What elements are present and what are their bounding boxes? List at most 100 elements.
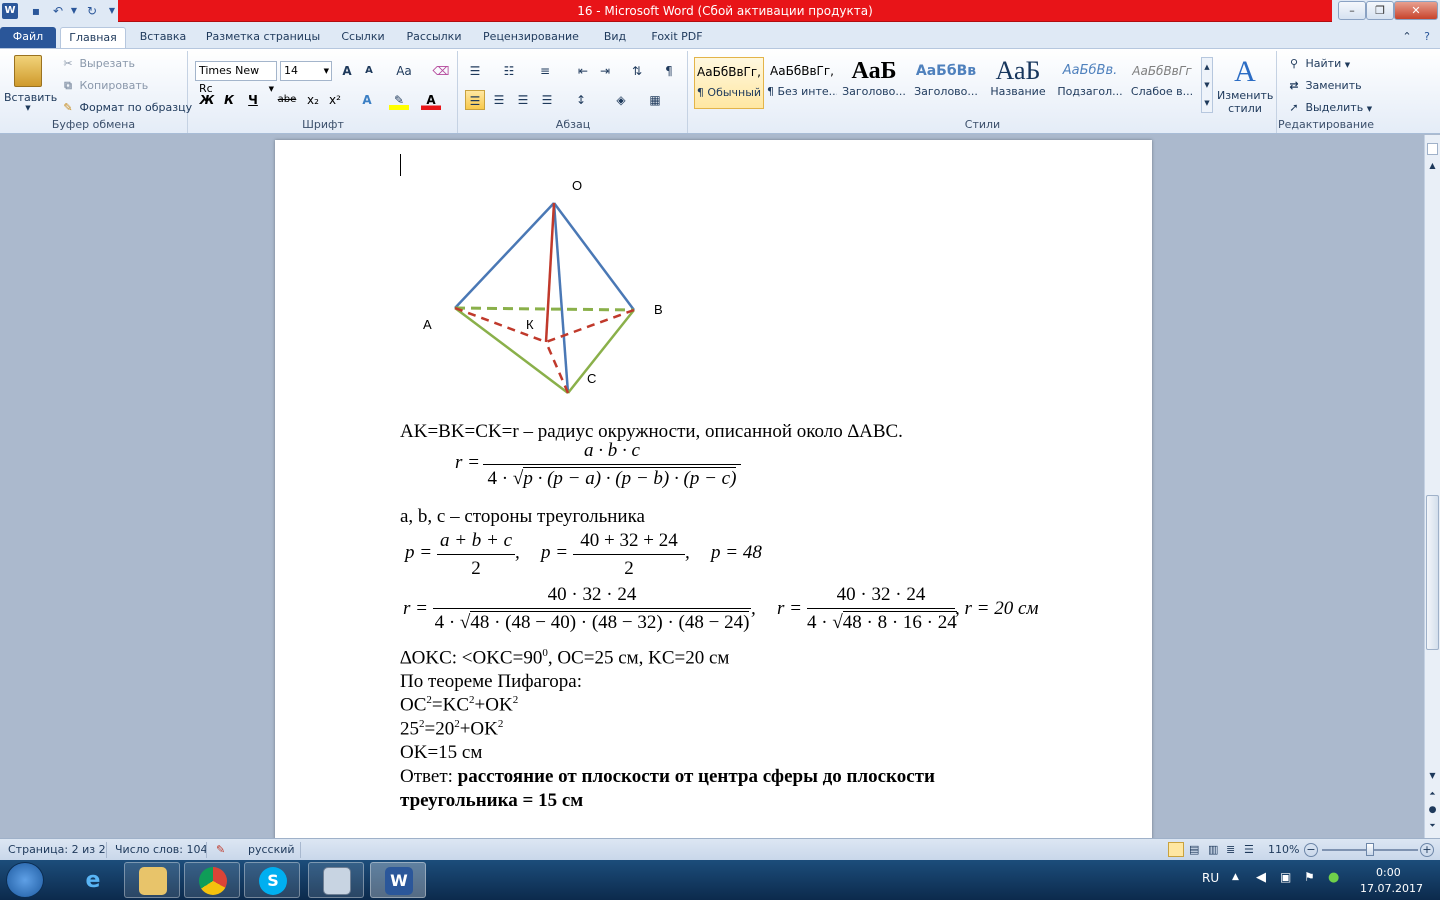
underline-button[interactable]: Ч xyxy=(243,90,263,110)
scroll-up-icon[interactable]: ▲ xyxy=(1425,161,1440,170)
tray-expand-icon[interactable]: ▲ xyxy=(1232,872,1239,882)
text-effects-icon[interactable]: A xyxy=(357,90,377,110)
browse-object-icon[interactable]: ● xyxy=(1425,805,1440,815)
zoom-out-icon[interactable]: − xyxy=(1304,843,1318,857)
document-page[interactable]: O A B C К AK=BK=CK=r – радиус окружности… xyxy=(275,140,1152,838)
tab-file[interactable]: Файл xyxy=(0,27,56,48)
align-left-icon[interactable]: ☰ xyxy=(465,90,485,110)
ruler-toggle-icon[interactable] xyxy=(1427,143,1438,155)
grow-font-button[interactable]: A xyxy=(337,61,357,81)
tab-foxit-pdf[interactable]: Foxit PDF xyxy=(644,27,710,48)
taskbar-chrome[interactable] xyxy=(184,862,240,898)
shading-icon[interactable]: ◈ xyxy=(611,90,631,110)
clock-date[interactable]: 17.07.2017 xyxy=(1360,882,1423,895)
copy-button[interactable]: ⧉ Копировать xyxy=(60,79,148,93)
tab-references[interactable]: Ссылки xyxy=(334,27,392,48)
tab-review[interactable]: Рецензирование xyxy=(476,27,586,48)
align-center-icon[interactable]: ☰ xyxy=(489,90,509,110)
style-subtle-emphasis[interactable]: АаБбВвГг Слабое в... xyxy=(1127,57,1197,109)
word-count[interactable]: Число слов: 104 xyxy=(115,843,208,856)
font-size-combo[interactable]: 14 ▼ xyxy=(280,61,332,81)
change-styles-button[interactable]: A Изменить стили xyxy=(1217,55,1273,115)
clock-time[interactable]: 0:00 xyxy=(1376,866,1401,879)
taskbar-skype[interactable]: S xyxy=(244,862,300,898)
sort-icon[interactable]: ⇅ xyxy=(627,61,647,81)
action-center-icon[interactable]: ⚑ xyxy=(1304,870,1315,884)
ribbon-minimize-icon[interactable]: ⌃ xyxy=(1398,27,1416,48)
print-layout-view-icon[interactable] xyxy=(1168,842,1184,857)
tab-page-layout[interactable]: Разметка страницы xyxy=(200,27,326,48)
highlight-icon[interactable]: ✎ xyxy=(389,90,409,110)
draft-view-icon[interactable]: ☰ xyxy=(1244,843,1254,856)
tab-mailings[interactable]: Рассылки xyxy=(400,27,468,48)
borders-icon[interactable]: ▦ xyxy=(645,90,665,110)
taskbar-internet-explorer[interactable]: e xyxy=(64,862,120,898)
save-icon[interactable]: ▪ xyxy=(28,3,44,19)
style-normal[interactable]: АаБбВвГг, ¶ Обычный xyxy=(694,57,764,109)
style-heading-1[interactable]: АаБ Заголово... xyxy=(839,57,909,109)
multilevel-list-icon[interactable]: ≡ xyxy=(535,61,555,81)
scroll-thumb[interactable] xyxy=(1426,495,1439,650)
bold-button[interactable]: Ж xyxy=(197,90,217,110)
change-case-button[interactable]: Aa xyxy=(391,61,417,81)
language-indicator[interactable]: русский xyxy=(248,843,295,856)
bullets-icon[interactable]: ☰ xyxy=(465,61,485,81)
zoom-slider-thumb[interactable] xyxy=(1366,843,1374,856)
subscript-button[interactable]: x₂ xyxy=(303,90,323,110)
style-subtitle[interactable]: АаБбВв. Подзагол... xyxy=(1055,57,1125,109)
taskbar-word[interactable]: W xyxy=(370,862,426,898)
undo-icon[interactable]: ↶ xyxy=(50,3,66,19)
shrink-font-button[interactable]: A xyxy=(359,61,379,81)
next-page-icon[interactable]: ⏷ xyxy=(1425,821,1440,831)
style-heading-2[interactable]: АаБбВв Заголово... xyxy=(911,57,981,109)
word-app-icon[interactable]: W xyxy=(2,3,18,19)
prev-page-icon[interactable]: ⏶ xyxy=(1425,789,1440,799)
minimize-button[interactable]: – xyxy=(1338,1,1366,20)
cut-button[interactable]: ✂ Вырезать xyxy=(60,57,135,70)
proofing-icon[interactable]: ✎ xyxy=(216,843,225,856)
increase-indent-icon[interactable]: ⇥ xyxy=(595,61,615,81)
zoom-level[interactable]: 110% xyxy=(1268,843,1299,856)
taskbar-file-explorer[interactable] xyxy=(124,862,180,898)
paste-button[interactable]: Вставить ▼ xyxy=(4,53,57,115)
full-screen-view-icon[interactable]: ▤ xyxy=(1189,843,1199,856)
help-icon[interactable]: ? xyxy=(1418,27,1436,48)
scroll-down-icon[interactable]: ▼ xyxy=(1425,771,1440,780)
taskbar-calculator[interactable] xyxy=(308,862,364,898)
format-painter-button[interactable]: ✎ Формат по образцу xyxy=(60,101,192,114)
find-button[interactable]: ⚲ Найти ▼ xyxy=(1286,57,1350,70)
volume-icon[interactable]: ◀ xyxy=(1256,870,1266,885)
start-orb[interactable] xyxy=(6,862,44,898)
tab-view[interactable]: Вид xyxy=(594,27,636,48)
language-bar[interactable]: RU xyxy=(1202,871,1219,885)
tab-home[interactable]: Главная xyxy=(60,27,126,48)
outline-view-icon[interactable]: ≣ xyxy=(1226,843,1235,856)
font-name-combo[interactable]: Times New Rc ▼ xyxy=(195,61,277,95)
style-no-spacing[interactable]: АаБбВвГг, ¶ Без инте... xyxy=(767,57,837,109)
strikethrough-button[interactable]: abe xyxy=(275,90,299,110)
power-icon[interactable]: ● xyxy=(1328,870,1339,885)
close-button[interactable]: ✕ xyxy=(1394,1,1438,20)
vertical-scrollbar[interactable]: ▲ ▼ ⏶ ● ⏷ xyxy=(1424,135,1440,838)
superscript-button[interactable]: x² xyxy=(325,90,345,110)
zoom-in-icon[interactable]: + xyxy=(1420,843,1434,857)
align-right-icon[interactable]: ☰ xyxy=(513,90,533,110)
replace-button[interactable]: ⇄ Заменить xyxy=(1286,79,1361,92)
page-counter[interactable]: Страница: 2 из 2 xyxy=(8,843,106,856)
redo-icon[interactable]: ↻ xyxy=(84,3,100,19)
web-layout-view-icon[interactable]: ▥ xyxy=(1208,843,1218,856)
decrease-indent-icon[interactable]: ⇤ xyxy=(573,61,593,81)
select-button[interactable]: ➚ Выделить ▼ xyxy=(1286,101,1372,114)
line-spacing-icon[interactable]: ↕ xyxy=(571,90,591,110)
clear-formatting-icon[interactable]: ⌫ xyxy=(431,61,451,81)
numbering-icon[interactable]: ☷ xyxy=(499,61,519,81)
style-title[interactable]: АаБ Название xyxy=(983,57,1053,109)
show-formatting-icon[interactable]: ¶ xyxy=(659,61,679,81)
justify-icon[interactable]: ☰ xyxy=(537,90,557,110)
font-color-icon[interactable]: A xyxy=(421,90,441,110)
tab-insert[interactable]: Вставка xyxy=(134,27,192,48)
dropdown-icon[interactable]: ▼ xyxy=(66,3,82,19)
restore-button[interactable]: ❐ xyxy=(1366,1,1394,20)
italic-button[interactable]: К xyxy=(219,90,239,110)
styles-scroll[interactable]: ▲ ▼ ▼ xyxy=(1201,57,1213,113)
